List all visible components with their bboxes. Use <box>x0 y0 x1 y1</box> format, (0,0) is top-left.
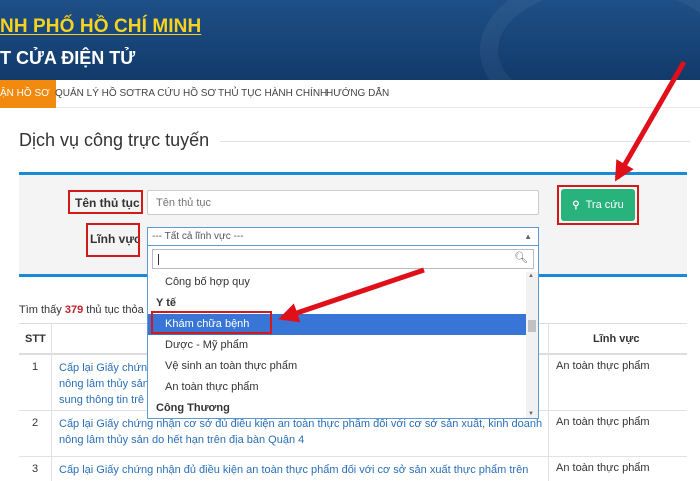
header-portal-title: T CỬA ĐIỆN TỬ <box>0 48 136 68</box>
field-select[interactable]: --- Tất cả lĩnh vực --- ▲ <box>147 227 539 246</box>
dropdown-option-selected[interactable]: Khám chữa bệnh <box>148 314 526 335</box>
main-nav: ẬN HỒ SƠ QUẢN LÝ HỒ SƠ TRA CỨU HỒ SƠ THỦ… <box>0 80 700 108</box>
search-button-label: Tra cứu <box>585 199 624 211</box>
dropdown-option[interactable]: Công bố hợp quy <box>148 272 526 293</box>
nav-item-procedures[interactable]: THỦ TỤC HÀNH CHÍNH <box>218 80 327 108</box>
search-button[interactable]: ⚲ Tra cứu <box>561 189 635 221</box>
scroll-up-icon[interactable]: ▲ <box>528 273 534 279</box>
results-count: Tìm thấy 379 thủ tục thỏa <box>19 304 144 316</box>
search-icon: ⚲ <box>572 200 580 211</box>
text-cursor <box>158 254 159 265</box>
scroll-down-icon[interactable]: ▼ <box>528 411 534 417</box>
dropdown-scrollbar[interactable]: ▲ ▼ <box>526 272 538 418</box>
procedure-name-label: Tên thủ tục <box>75 196 140 210</box>
site-header: NH PHỐ HỒ CHÍ MINH T CỬA ĐIỆN TỬ <box>0 0 700 80</box>
dropdown-search-input[interactable]: 🔍︎ <box>152 249 534 269</box>
dropdown-option[interactable]: An toàn thực phẩm <box>148 377 526 398</box>
header-stt: STT <box>25 333 46 345</box>
row-stt: 2 <box>32 417 39 429</box>
procedure-name-input[interactable] <box>147 190 539 215</box>
results-number: 379 <box>64 304 84 316</box>
header-city-title[interactable]: NH PHỐ HỒ CHÍ MINH <box>0 16 201 38</box>
scrollbar-thumb[interactable] <box>528 320 536 332</box>
dropdown-option[interactable]: Dược - Mỹ phẩm <box>148 335 526 356</box>
field-dropdown: 🔍︎ Công bố hợp quy Y tế Khám chữa bệnh D… <box>147 245 539 419</box>
results-prefix: Tìm thấy <box>19 304 65 316</box>
field-select-value: --- Tất cả lĩnh vực --- <box>152 231 244 242</box>
nav-item-guide[interactable]: HƯỚNG DẪN <box>326 80 389 108</box>
header-field: Lĩnh vực <box>593 333 640 345</box>
nav-item-receive[interactable]: ẬN HỒ SƠ <box>0 80 56 108</box>
dropdown-options: Công bố hợp quy Y tế Khám chữa bệnh Dược… <box>148 272 526 419</box>
procedure-link[interactable]: Cấp lại Giấy chứng nhận đủ điều kiện an … <box>59 462 544 481</box>
table-row: 3 Cấp lại Giấy chứng nhận đủ điều kiện a… <box>19 457 687 481</box>
row-stt: 1 <box>32 361 39 373</box>
row-stt: 3 <box>32 463 39 475</box>
caret-up-icon: ▲ <box>524 232 532 241</box>
search-icon: 🔍︎ <box>514 252 528 264</box>
nav-item-manage[interactable]: QUẢN LÝ HỒ SƠ <box>55 80 135 108</box>
dropdown-group: Y tế <box>156 297 176 309</box>
procedure-link-line: nông lâm thủy sản do hết hạn trên địa bà… <box>59 434 305 446</box>
results-suffix: thủ tục thỏa <box>83 304 144 316</box>
field-label: Lĩnh vực <box>90 232 141 246</box>
header-decoration <box>480 0 700 80</box>
page-title: Dịch vụ công trực tuyến <box>19 130 210 150</box>
row-field: An toàn thực phẩm <box>556 462 650 474</box>
row-field: An toàn thực phẩm <box>556 360 650 372</box>
row-field: An toàn thực phẩm <box>556 416 650 428</box>
title-divider <box>220 141 690 142</box>
nav-item-lookup[interactable]: TRA CỨU HỒ SƠ <box>135 80 216 108</box>
dropdown-group: Công Thương <box>156 402 230 414</box>
procedure-link-line: Cấp lại Giấy chứng nhận đủ điều kiện an … <box>59 464 529 481</box>
dropdown-option[interactable]: Vệ sinh an toàn thực phẩm <box>148 356 526 377</box>
procedure-link[interactable]: Cấp lại Giấy chứng nhận cơ sở đủ điều ki… <box>59 416 544 448</box>
